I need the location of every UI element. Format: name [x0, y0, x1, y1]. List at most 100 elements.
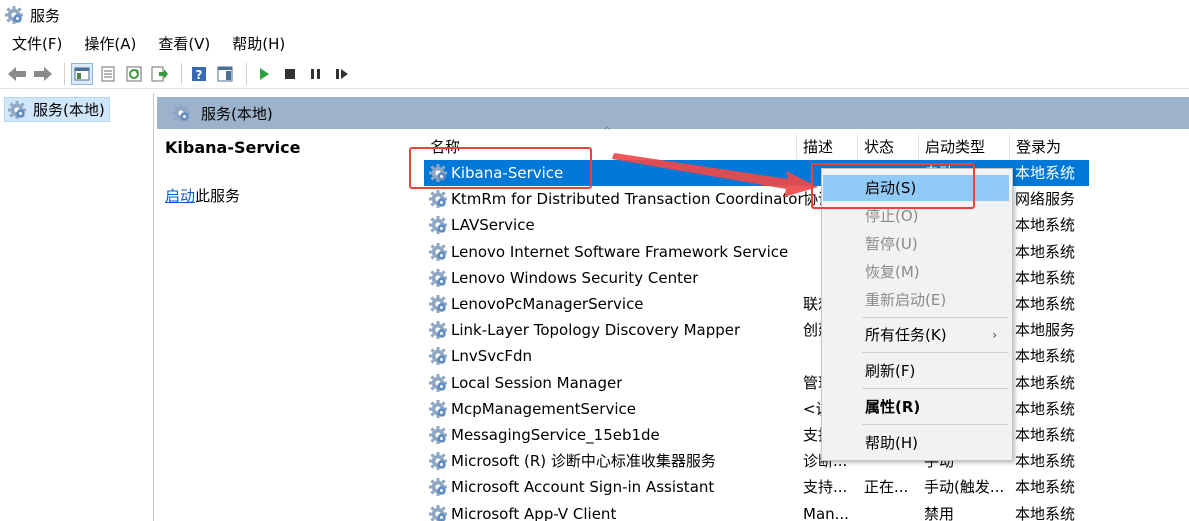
start-service-button[interactable] [253, 63, 275, 85]
service-name-cell: MessagingService_15eb1de [428, 422, 660, 448]
service-log-on-as-cell: 本地系统 [1015, 504, 1076, 521]
document-icon [101, 66, 115, 81]
selected-service-name: Kibana-Service [165, 138, 301, 157]
start-service-description: 启动此服务 [165, 185, 240, 206]
highlight-box-service [409, 147, 592, 189]
gear-icon [429, 399, 447, 418]
service-log-on-as-cell: 本地系统 [1015, 216, 1076, 235]
service-name: LnvSvcFdn [451, 347, 533, 366]
toolbar: ? [0, 59, 1189, 89]
column-header-startup-type[interactable]: 启动类型 [925, 133, 985, 159]
submenu-chevron-icon: › [992, 328, 997, 342]
service-startup-type-cell: 手动(触发... [924, 478, 1005, 497]
gear-icon [429, 190, 447, 209]
table-row[interactable]: Microsoft App-V Client Man... 禁用 本地系统 [424, 501, 1089, 521]
gear-icon [429, 452, 447, 471]
play-icon [260, 67, 269, 80]
menu-item-properties[interactable]: 属性(R) [823, 394, 1011, 420]
service-name-cell: Microsoft App-V Client [428, 501, 616, 521]
stop-icon [285, 68, 295, 79]
tree-item-services-local[interactable]: 服务(本地) [4, 97, 110, 122]
service-name: LenovoPcManagerService [451, 295, 644, 313]
service-log-on-as-cell: 本地系统 [1015, 426, 1076, 444]
help-icon: ? [192, 66, 206, 82]
forward-arrow-icon [34, 66, 52, 81]
title-bar: 服务 [0, 0, 1189, 30]
column-divider[interactable] [1009, 133, 1010, 159]
refresh-button[interactable] [123, 63, 145, 85]
gear-icon [429, 268, 447, 287]
column-divider[interactable] [857, 133, 858, 159]
menu-item-all-tasks[interactable]: 所有任务(K) › [823, 322, 1011, 348]
menu-file[interactable]: 文件(F) [0, 33, 72, 54]
forward-button[interactable] [32, 63, 54, 85]
sort-ascending-icon: ^ [603, 126, 612, 137]
gear-icon [8, 100, 26, 119]
pause-icon [311, 68, 320, 79]
gear-icon [429, 504, 447, 521]
gear-icon [429, 347, 447, 366]
export-icon [151, 66, 168, 81]
menu-item-resume[interactable]: 恢复(M) [823, 259, 1011, 285]
menu-help[interactable]: 帮助(H) [220, 33, 295, 54]
toolbar-separator [246, 62, 247, 85]
pause-service-button[interactable] [305, 63, 327, 85]
gear-icon [429, 295, 447, 313]
service-name: LAVService [451, 216, 535, 235]
service-description-cell: 支持... [803, 478, 848, 497]
service-name-cell: McpManagementService [428, 396, 636, 422]
back-arrow-icon [8, 66, 26, 81]
menu-view[interactable]: 查看(V) [146, 33, 220, 54]
export-list-button[interactable] [149, 63, 171, 85]
service-name-cell: Link-Layer Topology Discovery Mapper [428, 317, 740, 343]
menu-item-refresh[interactable]: 刷新(F) [823, 358, 1011, 384]
gear-icon [429, 478, 447, 497]
service-name: Microsoft App-V Client [451, 504, 617, 521]
pane-header-title: 服务(本地) [201, 104, 273, 123]
service-name: McpManagementService [451, 399, 636, 418]
menu-action[interactable]: 操作(A) [72, 33, 146, 54]
pane-header: 服务(本地) [157, 97, 1189, 129]
service-log-on-as-cell: 本地系统 [1015, 452, 1076, 471]
service-log-on-as-cell: 本地服务 [1015, 321, 1076, 340]
column-header-log-on-as[interactable]: 登录为 [1016, 133, 1061, 159]
menu-item-restart[interactable]: 重新启动(E) [823, 287, 1011, 313]
gear-icon [429, 216, 447, 235]
properties-button[interactable] [97, 63, 119, 85]
service-name-cell: Local Session Manager [428, 370, 622, 396]
gear-icon [429, 321, 447, 340]
service-name-cell: Lenovo Windows Security Center [428, 265, 698, 291]
service-log-on-as-cell: 本地系统 [1015, 347, 1076, 366]
help-button[interactable]: ? [188, 63, 210, 85]
menu-item-help[interactable]: 帮助(H) [823, 430, 1011, 456]
show-hide-console-tree-button[interactable] [71, 62, 93, 85]
service-log-on-as-cell: 本地系统 [1015, 373, 1076, 392]
menu-item-pause[interactable]: 暂停(U) [823, 231, 1011, 257]
toolbar-separator [64, 62, 65, 85]
window-title: 服务 [30, 6, 61, 25]
console-tree-icon [74, 67, 90, 80]
service-log-on-as-cell: 本地系统 [1015, 478, 1076, 497]
back-button[interactable] [6, 63, 28, 85]
stop-service-button[interactable] [279, 63, 301, 85]
gear-icon [429, 242, 447, 261]
toolbar-separator [181, 62, 182, 85]
gear-icon [5, 6, 23, 24]
annotation-arrow-icon [612, 153, 818, 197]
table-row[interactable]: Microsoft Account Sign-in Assistant 支持...… [424, 474, 1089, 500]
show-action-pane-button[interactable] [214, 63, 236, 85]
column-header-status[interactable]: 状态 [864, 133, 894, 159]
resume-service-button[interactable] [331, 63, 353, 85]
column-divider[interactable] [918, 133, 919, 159]
start-service-link[interactable]: 启动 [165, 187, 195, 205]
tree-item-label: 服务(本地) [33, 101, 105, 119]
gear-icon [429, 373, 447, 392]
service-name-cell: LnvSvcFdn [428, 343, 532, 369]
refresh-icon [126, 66, 142, 81]
gear-icon [172, 104, 190, 122]
service-name: Local Session Manager [451, 373, 623, 392]
console-tree: 服务(本地) [0, 93, 154, 521]
service-name: Microsoft (R) 诊断中心标准收集器服务 [451, 452, 716, 471]
highlight-box-start [811, 163, 975, 209]
service-log-on-as-cell: 网络服务 [1015, 190, 1076, 209]
